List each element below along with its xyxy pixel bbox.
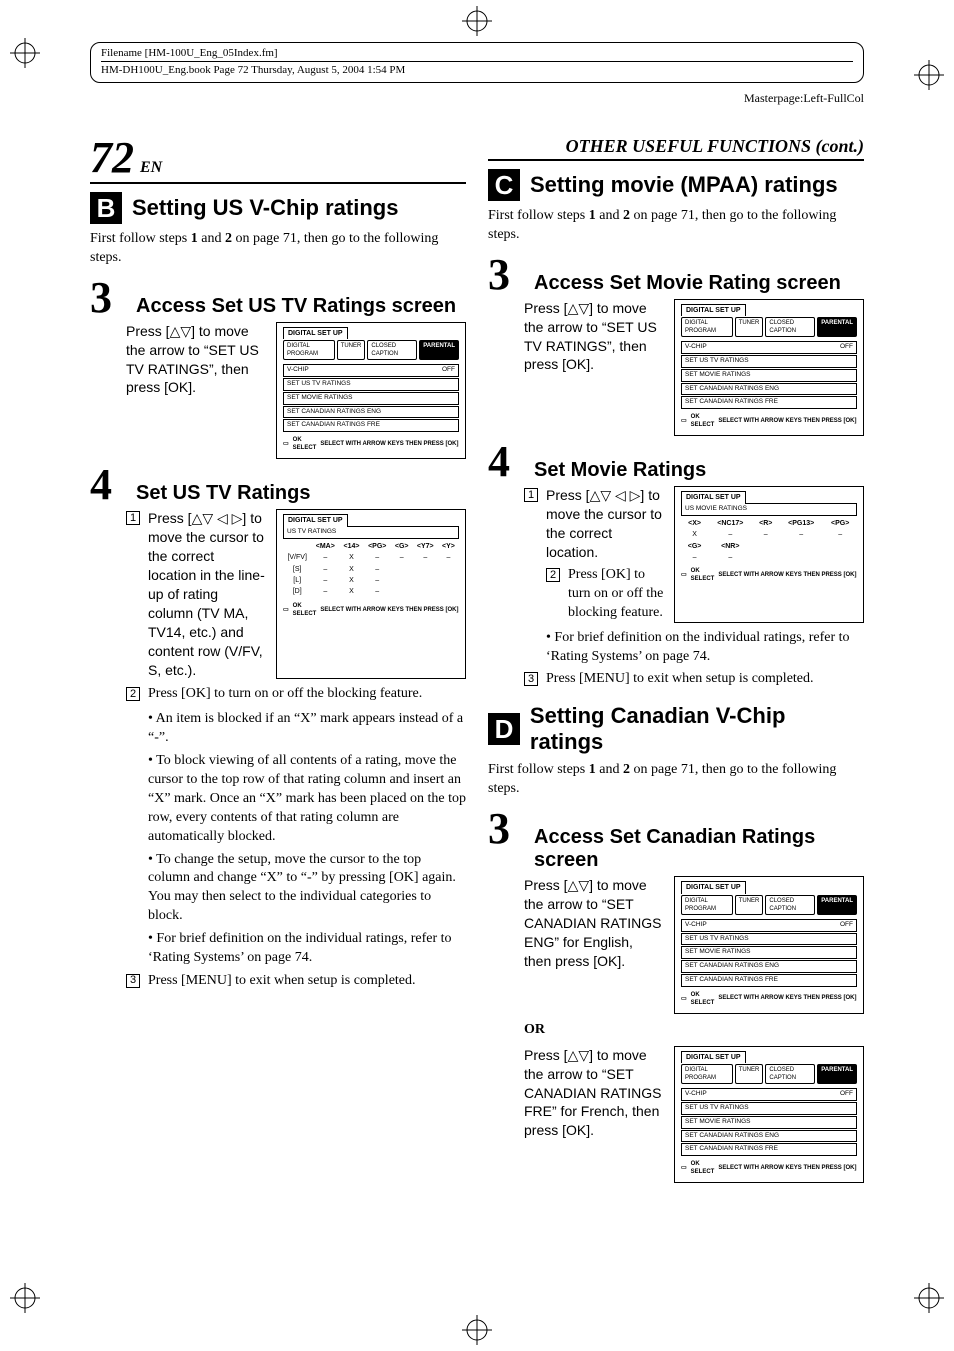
substep-3: 3 (126, 974, 140, 988)
page-number: 72 (90, 136, 134, 180)
page-lang: EN (140, 159, 162, 177)
section-d-intro: First follow steps 1 and 2 on page 71, t… (488, 761, 864, 799)
step-d3-title: Access Set Canadian Ratings screen (534, 826, 864, 872)
running-head: OTHER USEFUL FUNCTIONS (cont.) (566, 136, 864, 157)
substep-1: 1 (126, 511, 140, 525)
masterpage-label: Masterpage:Left-FullCol (60, 91, 864, 106)
osd-digital-setup: DIGITAL SET UP DIGITAL PROGRAMTUNERCLOSE… (674, 1046, 864, 1184)
filename-label: Filename [HM-100U_Eng_05Index.fm] (101, 47, 853, 59)
crop-mark-icon (10, 38, 40, 68)
step-number-3: 3 (90, 278, 126, 318)
osd-movie-ratings: DIGITAL SET UP US MOVIE RATINGS <X><NC17… (674, 486, 864, 622)
right-column: OTHER USEFUL FUNCTIONS (cont.) C Setting… (488, 136, 864, 1183)
step-number-3: 3 (488, 255, 524, 295)
section-b-title: Setting US V-Chip ratings (132, 195, 398, 221)
step-b3-title: Access Set US TV Ratings screen (136, 295, 466, 318)
section-letter-d: D (488, 713, 520, 745)
step-c4-sub1: Press [△▽ ◁ ▷] to move the cursor to the… (546, 486, 664, 562)
crop-mark-icon (10, 1283, 40, 1313)
substep-2: 2 (126, 687, 140, 701)
crop-mark-icon (462, 1315, 492, 1345)
left-column: 72 EN B Setting US V-Chip ratings First … (90, 136, 466, 1183)
section-b-intro: First follow steps 1 and 2 on page 71, t… (90, 230, 466, 268)
step-c3-text: Press [△▽] to move the arrow to “SET US … (524, 299, 664, 437)
step-b4-sub2: Press [OK] to turn on or off the blockin… (148, 685, 422, 704)
page-header-row: 72 EN (90, 136, 466, 184)
menu-icon: ▭ (283, 440, 289, 448)
step-b4-sub1: Press [△▽ ◁ ▷] to move the cursor to the… (148, 509, 266, 679)
section-letter-b: B (90, 192, 122, 224)
osd-digital-setup: DIGITAL SET UP DIGITAL PROGRAMTUNERCLOSE… (674, 299, 864, 437)
bookline: HM-DH100U_Eng.book Page 72 Thursday, Aug… (101, 64, 853, 76)
crop-mark-icon (914, 1283, 944, 1313)
section-c-title: Setting movie (MPAA) ratings (530, 172, 838, 198)
step-c4-sub3: Press [MENU] to exit when setup is compl… (546, 670, 814, 689)
step-b4-title: Set US TV Ratings (136, 482, 466, 505)
or-label: OR (524, 1022, 864, 1038)
section-d-title: Setting Canadian V-Chip ratings (530, 703, 864, 755)
osd-digital-setup: DIGITAL SET UP DIGITAL PROGRAMTUNERCLOSE… (674, 876, 864, 1014)
framemaker-header: Filename [HM-100U_Eng_05Index.fm] HM-DH1… (90, 42, 864, 83)
step-d3-text-eng: Press [△▽] to move the arrow to “SET CAN… (524, 876, 664, 1014)
step-d3-text-fre: Press [△▽] to move the arrow to “SET CAN… (524, 1046, 664, 1184)
step-b3-text: Press [△▽] to move the arrow to “SET US … (126, 322, 266, 460)
step-number-3: 3 (488, 809, 524, 849)
osd-digital-setup: DIGITAL SET UP DIGITAL PROGRAM TUNER CLO… (276, 322, 466, 460)
step-number-4: 4 (488, 442, 524, 482)
osd-us-tv-ratings: DIGITAL SET UP US TV RATINGS <MA><14><PG… (276, 509, 466, 679)
section-letter-c: C (488, 169, 520, 201)
step-b4-sub3: Press [MENU] to exit when setup is compl… (148, 972, 416, 991)
step-c4-title: Set Movie Ratings (534, 459, 864, 482)
crop-mark-icon (462, 6, 492, 36)
section-c-intro: First follow steps 1 and 2 on page 71, t… (488, 207, 864, 245)
step-c3-title: Access Set Movie Rating screen (534, 272, 864, 295)
step-number-4: 4 (90, 465, 126, 505)
section-b-bullets: An item is blocked if an “X” mark appear… (148, 710, 466, 968)
step-c4-sub2: Press [OK] to turn on or off the blockin… (568, 566, 664, 623)
crop-mark-icon (914, 60, 944, 90)
